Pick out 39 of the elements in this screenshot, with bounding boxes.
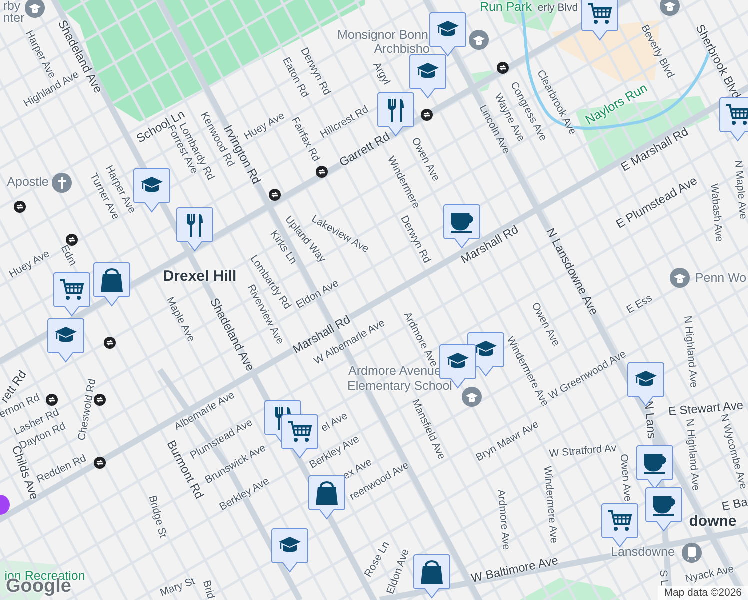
street-label: Argyl	[370, 60, 392, 88]
street-label: N Highland Ave	[683, 418, 701, 492]
poi-label: Archbisho	[374, 43, 430, 57]
street-label: Maple Ave	[163, 296, 197, 344]
street-label: Eldon Ave	[294, 278, 342, 312]
poi-label: Monsignor Bonn	[337, 29, 429, 43]
street-label: Edm	[58, 244, 78, 268]
street-label: Bridge St	[146, 494, 168, 540]
street-label: Windermere Ave	[540, 466, 560, 544]
street-label: Cheswold Rd	[76, 378, 100, 442]
place-label: Drexel Hill	[163, 268, 237, 286]
street-label: erly Blvd	[538, 3, 578, 15]
street-label: Bryn Mawr Ave	[474, 419, 542, 465]
place-label: downe	[689, 514, 737, 530]
map-attribution: Map data ©2026	[658, 586, 748, 600]
street-label: Ardmore Ave	[494, 489, 512, 551]
street-label: W Stratford Av	[548, 443, 618, 461]
street-label: N Maple Ave	[732, 160, 748, 220]
street-label: Huey Ave	[8, 248, 52, 282]
street-label: Brid	[200, 579, 216, 600]
street-label: N Highland Ave	[681, 316, 699, 388]
poi-label: Penn Wo	[695, 272, 747, 286]
poi-label: rby	[3, 0, 21, 14]
poi-label: Ardmore Avenue	[348, 365, 442, 379]
street-label: Wabash Ave	[708, 183, 724, 243]
street-label: E Ess	[625, 293, 655, 317]
street-label: S L	[656, 570, 670, 586]
street-label: N Wycombe Ave	[718, 413, 748, 491]
poi-label: nter	[3, 12, 25, 26]
road-label: W Baltimore Ave	[470, 554, 560, 586]
poi-label: Apostle	[7, 176, 49, 190]
street-label: Owen Ave	[617, 454, 633, 502]
street-label: el Ave	[320, 410, 350, 436]
street-label: Nyack Ave	[684, 564, 736, 586]
street-label: Owen Ave	[529, 301, 562, 348]
poi-label: Lansdowne	[611, 546, 675, 560]
street-label: Mary St	[159, 576, 197, 600]
park-label: Run Park	[480, 1, 532, 15]
poi-label: Elementary School	[348, 380, 452, 394]
